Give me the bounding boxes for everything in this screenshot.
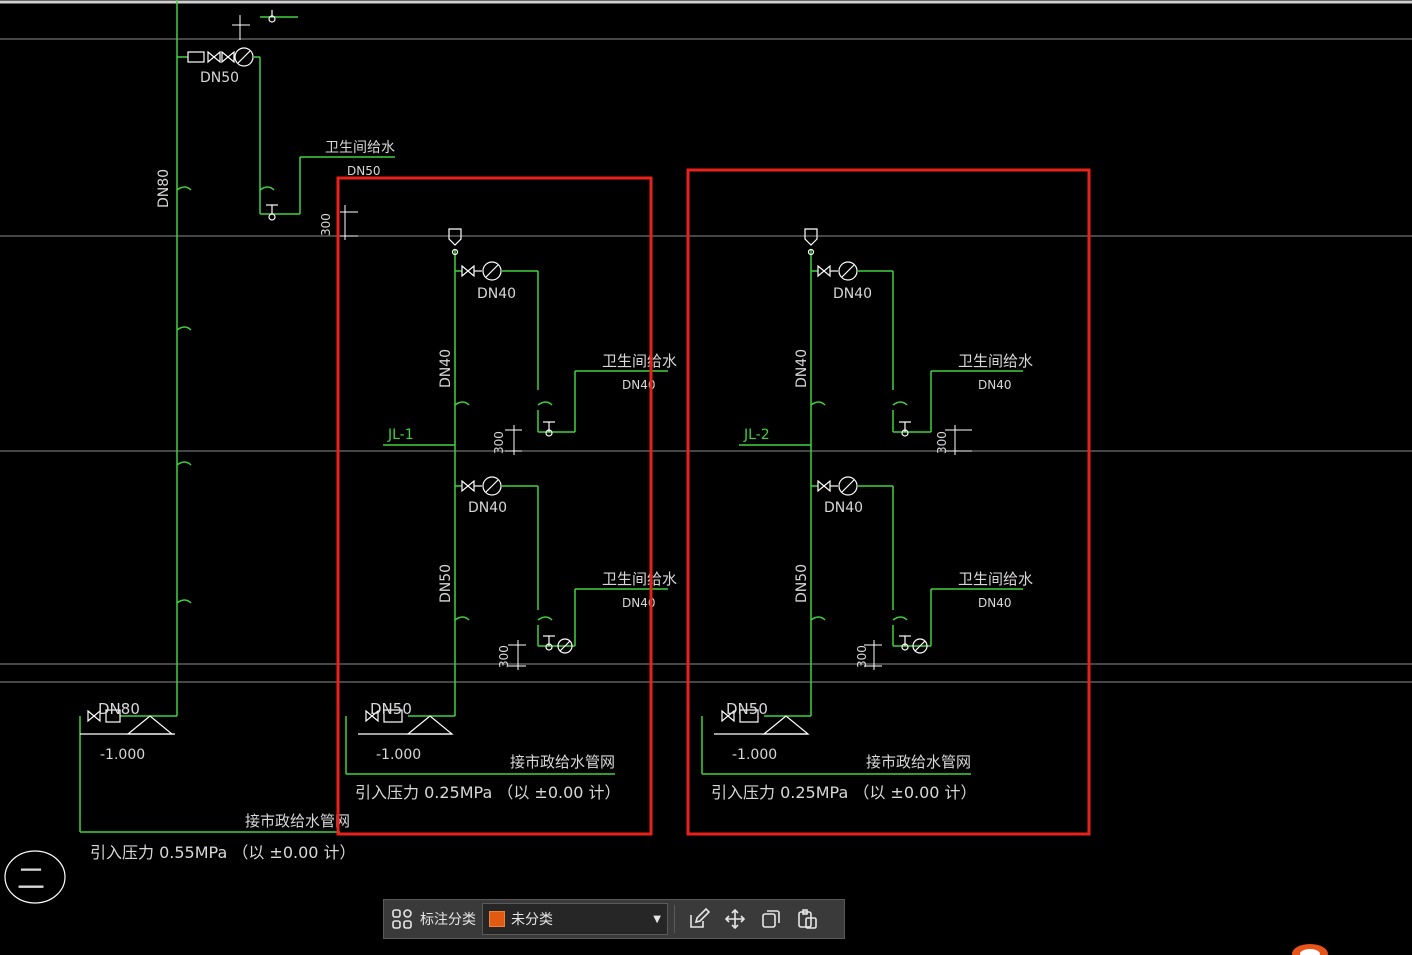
system-2-lower-branch-title: 卫生间给水 [958,570,1033,588]
category-select[interactable]: 未分类 ▼ [482,903,668,935]
left-branch-title: 卫生间给水 [325,140,395,156]
system-1-valves [358,228,573,735]
system-1-lower-dim: 300 [497,645,511,668]
system-1-lower-branch-title: 卫生间给水 [602,570,677,588]
left-pressure: 引入压力 0.55MPa （以 ±0.00 计） [90,843,356,862]
paste-icon[interactable] [789,900,825,938]
section-mark: 二 [4,850,66,904]
system-2-lower-branch-dn: DN40 [978,596,1012,610]
system-1-main-net: 接市政给水管网 [510,753,615,771]
left-meter-dn-label: DN50 [200,70,239,86]
left-inlet-elev: -1.000 [100,747,145,763]
system-2-upper-dim: 300 [935,431,949,454]
system-1-inlet-dn: DN50 [370,700,412,718]
system-1-upper-dim: 300 [492,431,506,454]
system-2-lower-meter-dn: DN40 [824,500,863,516]
app-logo-icon [1292,944,1328,955]
edit-icon[interactable] [681,900,717,938]
system-2-inlet-dn: DN50 [726,700,768,718]
system-2-upper-branch-dn: DN40 [978,378,1012,392]
system-2-valves [714,228,928,735]
cad-canvas[interactable]: DN80 DN50 卫生间给水 DN50 300 DN80 -1.000 接市政… [0,0,1412,955]
copy-icon[interactable] [753,900,789,938]
system-2-upper-meter-dn: DN40 [833,286,872,302]
move-icon[interactable] [717,900,753,938]
system-1-upper-riser-dn: DN40 [438,349,454,388]
system-2-lower-riser-dn: DN50 [794,564,810,603]
category-color-swatch [489,911,505,927]
chevron-down-icon: ▼ [653,914,661,925]
grid-lines [0,38,1412,683]
left-main-net: 接市政给水管网 [245,812,350,830]
left-dim-300: 300 [319,213,333,236]
system-2-inlet-elev: -1.000 [732,747,777,763]
system-1-upper-branch-title: 卫生间给水 [602,352,677,370]
system-1-inlet-elev: -1.000 [376,747,421,763]
category-select-value: 未分类 [511,912,553,928]
left-riser-dn-label: DN80 [156,169,172,208]
system-1-upper-meter-dn: DN40 [477,286,516,302]
annotation-toolbar: 标注分类 未分类 ▼ [383,899,845,939]
toolbar-divider [674,905,675,933]
system-1-lower-riser-dn: DN50 [438,564,454,603]
system-2-dims [864,425,972,670]
system-1-pressure: 引入压力 0.25MPa （以 ±0.00 计） [355,783,621,802]
svg-text:二: 二 [17,862,45,895]
left-branch-dn: DN50 [347,164,381,178]
system-2-upper-riser-dn: DN40 [794,349,810,388]
system-2-riser-label: JL-2 [743,427,770,443]
system-2-main-net: 接市政给水管网 [866,753,971,771]
system-2-lower-dim: 300 [855,645,869,668]
system-2-pressure: 引入压力 0.25MPa （以 ±0.00 计） [711,783,977,802]
system-1-dims [505,425,526,670]
left-system-valves [80,10,278,735]
grid-apps-icon[interactable] [384,900,420,938]
system-1-lower-meter-dn: DN40 [468,500,507,516]
system-2-upper-branch-title: 卫生间给水 [958,352,1033,370]
category-label: 标注分类 [420,912,476,928]
left-inlet-dn: DN80 [98,700,140,718]
system-1-riser-label: JL-1 [387,427,414,443]
